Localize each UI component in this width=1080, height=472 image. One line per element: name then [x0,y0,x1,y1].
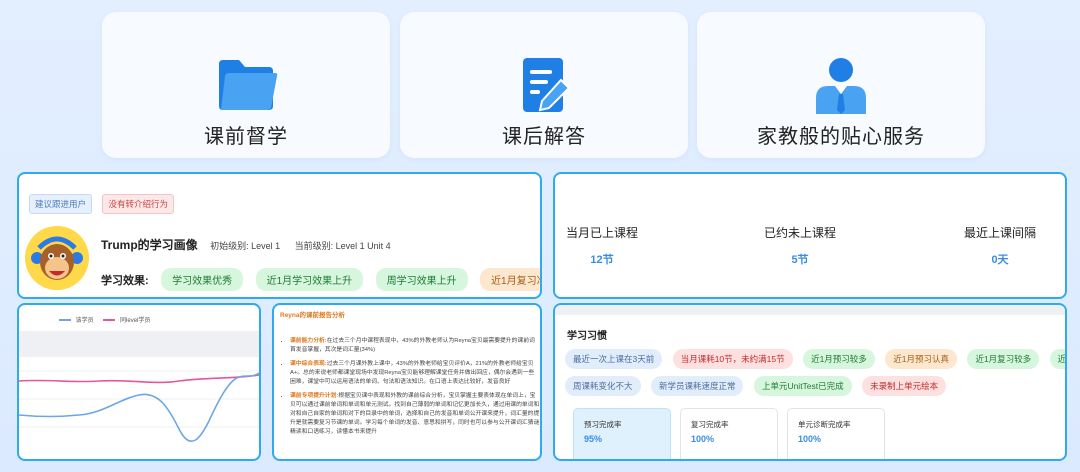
feature-card-post-class: 课后解答 [400,12,688,158]
card-value: 100% [798,434,822,444]
habit-tag: 上单元UnitTest已完成 [753,376,852,396]
habit-tag: 最近一次上课在3天前 [565,349,663,369]
legend-student: 该学员 [75,318,94,324]
stat-monthly-lessons: 当月已上课程 12节 [555,224,677,267]
document-edit-icon [509,50,579,120]
stat-value: 0天 [991,254,1009,266]
tutor-person-icon [806,50,876,120]
habit-tag: 周课耗变化不大 [565,376,641,396]
card-title: 预习完成率 [584,420,622,429]
stat-title: 最近上课间隔 [963,226,1036,240]
stat-last-interval: 最近上课间隔 0天 [925,224,1065,267]
habit-tag: 近1月预习认真 [885,349,957,369]
stat-value: 12节 [590,254,614,266]
habit-tag: 近1月有课程回 [1049,349,1065,369]
pre-class-analysis-panel: Reyna的课前报告分析 课前能力分析:在过去三个月中课程表现中，43%的外教老… [272,303,542,461]
no-referral-tag: 没有转介绍行为 [102,194,174,214]
card-title: 单元诊断完成率 [798,420,851,429]
folder-icon [211,50,281,120]
analysis-item: 课中综合表现:过去三个月课外教上课中，43%的外教老师给宝贝评价A，21%的外教… [290,360,540,387]
legend-peer: 同level学员 [120,318,151,324]
habit-tag: 近1月复习较多 [967,349,1040,369]
analysis-list: 课前能力分析:在过去三个月中课程表现中，43%的外教老师认为Reyna宝贝最需要… [280,337,540,442]
effect-badge: 近1月复习准确率需提升 [480,268,540,291]
stat-title: 已约未上课程 [763,226,836,240]
lesson-stats-panel: 当月已上课程 12节 已约未上课程 5节 最近上课间隔 0天 [553,172,1067,299]
avatar [25,226,89,290]
trend-chart [19,331,259,443]
habit-tag: 未录制上单元绘本 [862,376,947,396]
feature-label: 家教般的贴心服务 [757,126,925,148]
feature-card-tutor-service: 家教般的贴心服务 [697,12,985,158]
analysis-item: 课前专项提升计划:根据宝贝课中表现和外教的课前综合分析，宝贝掌握主要表体现在单词… [290,392,540,437]
series-student-line [19,372,259,443]
initial-level: 初始级别: Level 1 [210,241,281,251]
card-value: 95% [584,434,603,444]
series-peer-line [19,374,259,384]
habits-row-2: 周课耗变化不大 新学员课耗速度正常 上单元UnitTest已完成 未录制上单元绘… [565,376,952,396]
current-level: 当前级别: Level 1 Unit 4 [294,241,391,251]
habits-header-bar [555,305,1065,315]
trend-chart-panel: 该学员 同level学员 [17,303,261,461]
legend-student-swatch [59,319,71,322]
learning-habits-panel: 学习习惯 最近一次上课在3天前 当月课耗10节，未约满15节 近1月预习较多 近… [553,303,1067,461]
stat-title: 当月已上课程 [565,226,638,240]
habit-tag: 当月课耗10节，未约满15节 [672,349,793,369]
preview-rate-card[interactable]: 预习完成率 95% [573,408,671,459]
effect-badge: 近1月学习效果上升 [255,268,364,291]
feature-label: 课前督学 [204,126,288,148]
effect-badge: 周学习效果上升 [375,268,468,291]
follow-up-tag: 建议跟进用户 [29,194,93,214]
habits-row-1: 最近一次上课在3天前 当月课耗10节，未约满15节 近1月预习较多 近1月预习认… [565,349,1065,369]
effect-badge: 学习效果优秀 [161,268,244,291]
legend-peer-swatch [103,319,116,322]
student-profile-panel: 建议跟进用户 没有转介绍行为 Trump的学习画像 初始级别: Level 1 … [17,172,542,299]
unit-diagnosis-rate-card[interactable]: 单元诊断完成率 100% [787,408,885,459]
effect-label: 学习效果: [101,275,149,287]
feature-label: 课后解答 [502,126,586,148]
habits-title: 学习习惯 [567,331,607,342]
analysis-title: Reyna的课前报告分析 [280,312,346,319]
feature-card-pre-class: 课前督学 [102,12,390,158]
habit-tag: 新学员课耗速度正常 [650,376,744,396]
habit-tag: 近1月预习较多 [803,349,875,369]
stat-value: 5节 [791,254,809,266]
review-rate-card[interactable]: 复习完成率 100% [680,408,778,459]
card-title: 复习完成率 [691,420,729,429]
profile-name: Trump的学习画像 [101,238,198,252]
card-value: 100% [691,434,715,444]
chart-band [19,331,259,357]
analysis-item: 课前能力分析:在过去三个月中课程表现中，43%的外教老师认为Reyna宝贝最需要… [290,337,540,355]
stat-booked-lessons: 已约未上课程 5节 [725,224,875,267]
